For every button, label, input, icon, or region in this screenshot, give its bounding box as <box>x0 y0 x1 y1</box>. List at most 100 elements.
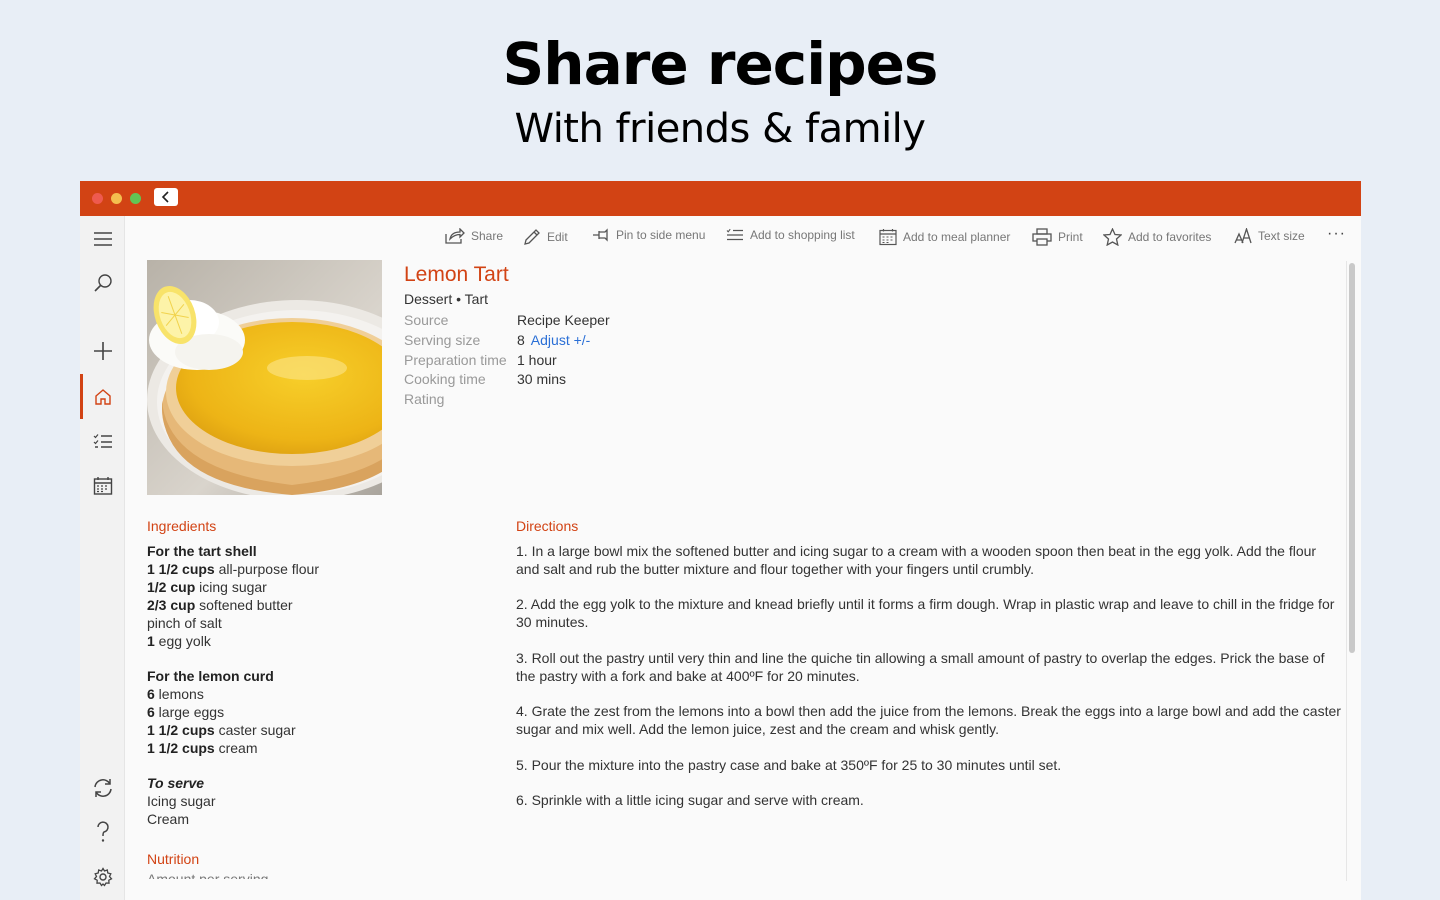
directions-heading: Directions <box>516 518 579 534</box>
sync-button[interactable] <box>80 773 125 803</box>
pin-button[interactable]: Pin to side menu <box>592 228 705 242</box>
home-button[interactable] <box>80 374 125 419</box>
serving-size-label: Serving size <box>404 331 481 348</box>
prep-time-label: Preparation time <box>404 351 507 368</box>
print-label: Print <box>1058 230 1083 244</box>
ingredient-group-title: For the tart shell <box>147 543 257 559</box>
hero-subtitle: With friends & family <box>514 106 926 152</box>
ingredient-group-title: To serve <box>147 774 205 791</box>
back-button[interactable] <box>154 188 178 206</box>
ingredients-heading: Ingredients <box>147 518 217 534</box>
serving-size-value: 8 <box>517 331 525 348</box>
cook-time-row: Cooking time 30 mins <box>404 370 610 390</box>
pencil-icon <box>524 229 540 245</box>
add-to-favorites-button[interactable]: Add to favorites <box>1103 228 1211 246</box>
favorites-label: Add to favorites <box>1128 230 1212 244</box>
cook-time-label: Cooking time <box>404 371 486 388</box>
recipe-title: Lemon Tart <box>404 263 509 286</box>
ingredient-item: pinch of salt <box>147 614 222 631</box>
home-icon <box>94 389 111 405</box>
ingredients-list: For the tart shell 1 1/2 cups all-purpos… <box>147 543 447 829</box>
text-size-label: Text size <box>1258 229 1305 243</box>
direction-step: 3. Roll out the pastry until very thin a… <box>516 649 1325 684</box>
direction-step: 6. Sprinkle with a little icing sugar an… <box>516 792 864 809</box>
nutrition-heading: Nutrition <box>147 851 200 867</box>
ingredient-item: 1 1/2 cups cream <box>147 739 258 756</box>
chevron-left-icon <box>161 191 169 203</box>
title-bar <box>80 181 1361 216</box>
menu-icon <box>93 232 112 246</box>
serving-size-row: Serving size 8 Adjust +/- <box>404 331 610 351</box>
scrollbar-thumb[interactable] <box>1349 263 1355 653</box>
source-label: Source <box>404 312 449 328</box>
ingredient-item: 1 egg yolk <box>147 632 211 649</box>
search-icon <box>93 274 112 292</box>
ingredient-item: 6 lemons <box>147 685 204 702</box>
source-value: Recipe Keeper <box>517 312 610 328</box>
share-button[interactable]: Share <box>445 228 503 244</box>
recipe-category: Dessert • Tart <box>404 291 488 307</box>
shopping-list-button[interactable] <box>80 426 125 456</box>
ingredient-item: 2/3 cup softened butter <box>147 596 293 613</box>
checklist-icon <box>726 228 743 241</box>
direction-step: 1. In a large bowl mix the softened butt… <box>516 543 1317 577</box>
gear-icon <box>92 867 113 887</box>
plus-icon <box>93 342 112 360</box>
more-icon: ··· <box>1327 225 1346 242</box>
calendar-icon <box>93 477 112 495</box>
scroll-track <box>1346 261 1347 881</box>
ingredient-item: Icing sugar <box>147 792 216 809</box>
checklist-icon <box>93 434 112 448</box>
directions-list: 1. In a large bowl mix the softened butt… <box>516 543 1341 828</box>
settings-button[interactable] <box>80 862 125 892</box>
cook-time-value: 30 mins <box>517 371 567 388</box>
shopping-label: Add to shopping list <box>750 228 855 242</box>
direction-step: 5. Pour the mixture into the pastry case… <box>516 756 1062 773</box>
help-icon <box>96 821 109 842</box>
prep-time-row: Preparation time 1 hour <box>404 351 610 371</box>
ingredient-item: 1/2 cup icing sugar <box>147 578 267 595</box>
menu-button[interactable] <box>80 224 125 254</box>
add-to-shopping-list-button[interactable]: Add to shopping list <box>726 228 855 242</box>
close-window-button[interactable] <box>92 193 103 204</box>
edit-button[interactable]: Edit <box>523 228 568 246</box>
adjust-servings-link[interactable]: Adjust +/- <box>531 332 591 348</box>
help-button[interactable] <box>80 817 125 847</box>
share-label: Share <box>471 229 504 243</box>
sidebar <box>80 216 125 900</box>
maximize-window-button[interactable] <box>130 193 141 204</box>
search-button[interactable] <box>80 268 125 298</box>
ingredient-group-title: For the lemon curd <box>147 667 274 684</box>
ingredient-item: Cream <box>147 810 190 827</box>
add-to-meal-planner-button[interactable]: Add to meal planner <box>879 228 1010 246</box>
recipe-details: Source Recipe Keeper Serving size 8 Adjus… <box>404 311 610 410</box>
sync-icon <box>93 779 112 797</box>
toolbar: Share Edit Pin to side menu Add to shopp… <box>125 216 1361 261</box>
recipe-photo <box>147 260 382 495</box>
text-size-button[interactable]: Text size <box>1234 228 1305 244</box>
prep-time-value: 1 hour <box>517 351 557 368</box>
calendar-icon <box>879 229 897 246</box>
print-button[interactable]: Print <box>1032 228 1083 246</box>
direction-step: 4. Grate the zest from the lemons into a… <box>516 703 1341 738</box>
text-size-icon <box>1234 228 1252 244</box>
direction-step: 2. Add the egg yolk to the mixture and k… <box>516 596 1335 631</box>
meal-planner-button[interactable] <box>80 471 125 501</box>
star-icon <box>1103 228 1122 246</box>
app-window: Share Edit Pin to side menu Add to shopp… <box>80 181 1361 900</box>
minimize-window-button[interactable] <box>111 193 122 204</box>
rating-row: Rating <box>404 390 610 410</box>
pin-label: Pin to side menu <box>616 228 706 242</box>
source-row: Source Recipe Keeper <box>404 311 610 331</box>
ingredient-item: 1 1/2 cups caster sugar <box>147 721 296 738</box>
printer-icon <box>1032 228 1052 246</box>
add-recipe-button[interactable] <box>80 336 125 366</box>
edit-label: Edit <box>547 230 568 244</box>
rating-label: Rating <box>404 391 445 408</box>
share-icon <box>445 228 465 244</box>
nutrition-subheading: Amount per serving <box>147 871 269 879</box>
ingredient-item: 6 large eggs <box>147 703 225 720</box>
pin-icon <box>593 228 608 242</box>
ingredient-item: 1 1/2 cups all-purpose flour <box>147 560 319 577</box>
more-options-button[interactable]: ··· <box>1327 225 1346 243</box>
